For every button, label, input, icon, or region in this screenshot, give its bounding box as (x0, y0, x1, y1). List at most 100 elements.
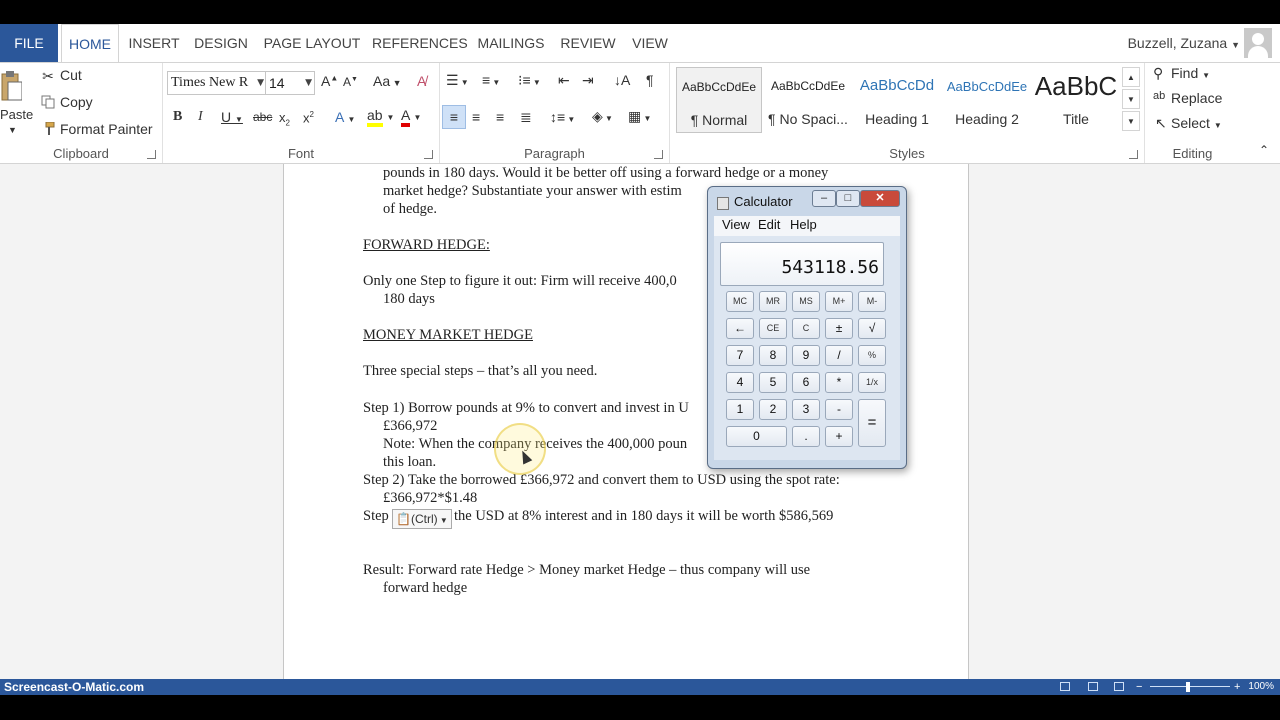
styles-scroll-up-icon[interactable]: ▲ (1122, 67, 1140, 87)
styles-launcher-icon[interactable] (1129, 150, 1138, 159)
key-equals[interactable]: = (858, 399, 886, 447)
replace-button[interactable]: Replace (1171, 90, 1222, 106)
key-1[interactable]: 1 (726, 399, 754, 420)
paste-icon[interactable] (0, 69, 22, 103)
key-sqrt[interactable]: √ (858, 318, 886, 339)
find-button[interactable]: Find ▼ (1171, 65, 1210, 81)
format-painter-button[interactable]: Format Painter (60, 121, 153, 137)
key-reciprocal[interactable]: 1/x (858, 372, 886, 393)
style-heading-1[interactable]: AaBbCcDd Heading 1 (854, 67, 940, 133)
minimize-button[interactable]: ‒ (812, 190, 836, 207)
justify-icon[interactable]: ≣ (520, 109, 532, 126)
styles-more-icon[interactable]: ▼ (1122, 111, 1140, 131)
line-spacing-icon[interactable]: ↕≡ ▼ (550, 109, 575, 125)
font-color-icon[interactable]: A ▼ (401, 107, 421, 127)
strikethrough-icon[interactable]: abc (253, 110, 272, 124)
copy-button[interactable]: Copy (60, 94, 93, 110)
menu-help[interactable]: Help (790, 217, 817, 232)
borders-icon[interactable]: ▦ ▼ (628, 108, 651, 125)
key-c[interactable]: C (792, 318, 820, 339)
tab-file[interactable]: FILE (0, 24, 58, 62)
zoom-slider-track[interactable] (1150, 686, 1230, 687)
key-m-minus[interactable]: M- (858, 291, 886, 312)
tab-design[interactable]: DESIGN (190, 24, 252, 62)
bullets-icon[interactable]: ☰ ▼ (446, 72, 469, 89)
zoom-out-icon[interactable]: − (1136, 679, 1142, 695)
key-3[interactable]: 3 (792, 399, 820, 420)
tab-references[interactable]: REFERENCES (372, 24, 468, 62)
tab-home[interactable]: HOME (61, 24, 119, 63)
key-ms[interactable]: MS (792, 291, 820, 312)
key-multiply[interactable]: * (825, 372, 853, 393)
style-normal[interactable]: AaBbCcDdEe ¶ Normal (676, 67, 762, 133)
multilevel-list-icon[interactable]: ⁝≡ ▼ (518, 72, 541, 89)
key-percent[interactable]: % (858, 345, 886, 366)
key-9[interactable]: 9 (792, 345, 820, 366)
menu-edit[interactable]: Edit (758, 217, 780, 232)
tab-view[interactable]: VIEW (626, 24, 674, 62)
calculator-window[interactable]: Calculator ‒ □ ✕ View Edit Help 543118.5… (707, 186, 907, 469)
key-ce[interactable]: CE (759, 318, 787, 339)
key-mr[interactable]: MR (759, 291, 787, 312)
bold-icon[interactable]: B (173, 109, 182, 125)
font-launcher-icon[interactable] (424, 150, 433, 159)
text-effects-icon[interactable]: A ▼ (335, 109, 355, 125)
paste-options-button[interactable]: 📋(Ctrl) ▼ (392, 509, 452, 529)
tab-page-layout[interactable]: PAGE LAYOUT (258, 24, 366, 62)
style-no-spacing[interactable]: AaBbCcDdEe ¶ No Spaci... (766, 67, 850, 133)
collapse-ribbon-icon[interactable]: ⌃ (1259, 143, 1269, 157)
show-formatting-icon[interactable]: ¶ (646, 72, 654, 88)
align-left-icon[interactable]: ≡ (442, 105, 466, 129)
shrink-font-icon[interactable]: A▼ (343, 75, 358, 89)
cut-button[interactable]: Cut (60, 67, 82, 83)
italic-icon[interactable]: I (198, 109, 203, 125)
styles-scroll-down-icon[interactable]: ▼ (1122, 89, 1140, 109)
increase-indent-icon[interactable]: ⇥ (582, 72, 594, 89)
subscript-icon[interactable]: x2 (279, 110, 290, 128)
key-7[interactable]: 7 (726, 345, 754, 366)
grow-font-icon[interactable]: A▲ (321, 73, 338, 89)
style-heading-2[interactable]: AaBbCcDdEe Heading 2 (944, 67, 1030, 133)
clipboard-launcher-icon[interactable] (147, 150, 156, 159)
key-6[interactable]: 6 (792, 372, 820, 393)
paste-button[interactable]: Paste (0, 107, 33, 122)
key-0[interactable]: 0 (726, 426, 787, 447)
maximize-button[interactable]: □ (836, 190, 860, 207)
highlight-icon[interactable]: ab ▼ (367, 107, 394, 127)
key-plus-minus[interactable]: ± (825, 318, 853, 339)
paragraph-launcher-icon[interactable] (654, 150, 663, 159)
font-name-field[interactable]: Times New R ▼ (167, 71, 267, 95)
decrease-indent-icon[interactable]: ⇤ (558, 72, 570, 89)
key-decimal[interactable]: . (792, 426, 820, 447)
web-layout-icon[interactable] (1114, 682, 1124, 691)
paste-dropdown-icon[interactable]: ▼ (8, 125, 17, 135)
underline-icon[interactable]: U ▼ (221, 109, 243, 125)
tab-insert[interactable]: INSERT (124, 24, 184, 62)
tab-mailings[interactable]: MAILINGS (472, 24, 550, 62)
menu-view[interactable]: View (722, 217, 750, 232)
align-right-icon[interactable]: ≡ (496, 109, 504, 125)
user-account[interactable]: Buzzell, Zuzana ▼ (1128, 24, 1240, 62)
change-case-icon[interactable]: Aa ▼ (373, 73, 402, 89)
print-layout-icon[interactable] (1088, 682, 1098, 691)
shading-icon[interactable]: ◈ ▼ (592, 108, 613, 125)
zoom-in-icon[interactable]: + (1234, 679, 1240, 695)
key-add[interactable]: + (825, 426, 853, 447)
zoom-level[interactable]: 100% (1248, 679, 1274, 695)
key-mc[interactable]: MC (726, 291, 754, 312)
sort-icon[interactable]: ↓A (614, 72, 630, 88)
avatar[interactable] (1244, 28, 1272, 58)
clear-formatting-icon[interactable]: A̸ (417, 73, 426, 89)
align-center-icon[interactable]: ≡ (472, 109, 480, 125)
key-subtract[interactable]: - (825, 399, 853, 420)
numbering-icon[interactable]: ≡ ▼ (482, 72, 500, 88)
key-2[interactable]: 2 (759, 399, 787, 420)
read-mode-icon[interactable] (1060, 682, 1070, 691)
key-4[interactable]: 4 (726, 372, 754, 393)
tab-review[interactable]: REVIEW (556, 24, 620, 62)
font-size-field[interactable]: 14 ▼ (265, 71, 315, 95)
superscript-icon[interactable]: x2 (303, 110, 314, 125)
select-button[interactable]: Select ▼ (1171, 115, 1222, 131)
key-divide[interactable]: / (825, 345, 853, 366)
key-8[interactable]: 8 (759, 345, 787, 366)
